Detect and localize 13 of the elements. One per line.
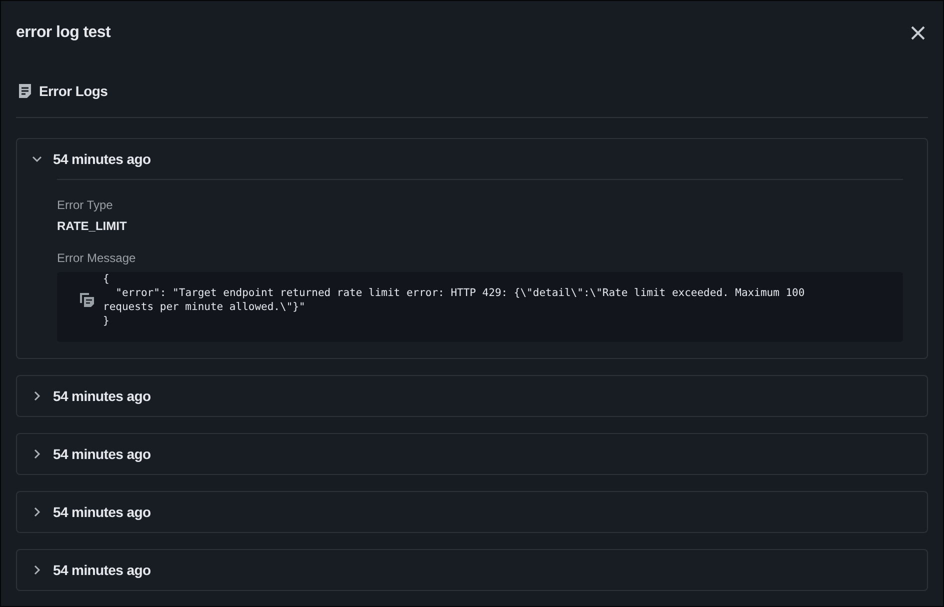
log-header[interactable]: 54 minutes ago: [17, 434, 927, 474]
log-header[interactable]: 54 minutes ago: [17, 550, 927, 590]
error-type: RATE_LIMIT: [57, 219, 128, 233]
log-header[interactable]: 54 minutes ago: [17, 492, 927, 532]
document-icon: [18, 83, 32, 99]
log-header[interactable]: 54 minutes ago: [17, 376, 927, 416]
error-message: { "error": "Target endpoint returned rate limit error: HTTP 429: {\"detail\":\"Rate limit exceeded. Maximum 100 requests per minute allowed.\"}" }: [103, 272, 806, 328]
field-label: Error Message: [57, 251, 137, 265]
section-title: Error Logs: [39, 83, 108, 99]
dialog-title: error log test: [16, 24, 110, 42]
field-label: Error Type: [57, 198, 114, 212]
copy-icon[interactable]: [79, 292, 95, 308]
log-header[interactable]: 54 minutes ago: [17, 139, 927, 179]
